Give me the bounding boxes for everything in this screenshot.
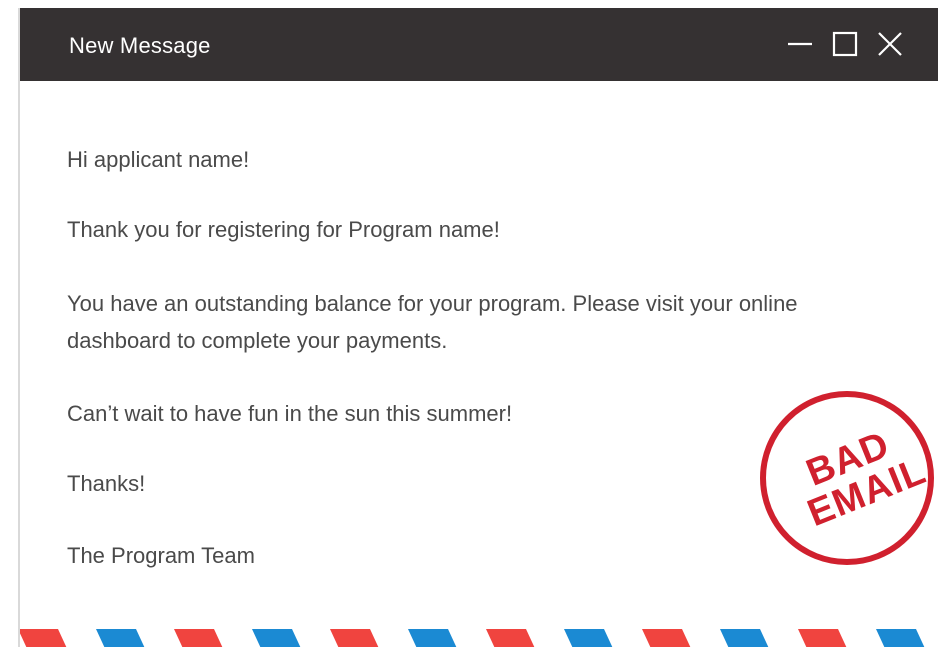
minimize-icon[interactable] (786, 30, 814, 58)
balance-text: You have an outstanding balance for your… (67, 291, 798, 353)
maximize-icon[interactable] (831, 30, 859, 58)
airmail-stripe (330, 629, 379, 647)
airmail-border (20, 629, 938, 647)
thanks-text: Thank you for registering for Program na… (67, 217, 500, 242)
airmail-stripe (798, 629, 847, 647)
airmail-stripe (174, 629, 223, 647)
window-title: New Message (69, 33, 211, 58)
airmail-stripe (486, 629, 535, 647)
airmail-stripe (720, 629, 769, 647)
airmail-stripe (564, 629, 613, 647)
greeting-text: Hi applicant name! (67, 147, 250, 172)
bad-email-stamp: BAD EMAIL (752, 383, 938, 573)
airmail-stripe (96, 629, 145, 647)
title-bar[interactable]: New Message (20, 8, 938, 81)
airmail-stripe (252, 629, 301, 647)
airmail-stripe (876, 629, 925, 647)
close-icon[interactable] (876, 30, 904, 58)
airmail-stripe (20, 629, 67, 647)
airmail-stripe (408, 629, 457, 647)
airmail-stripe (642, 629, 691, 647)
